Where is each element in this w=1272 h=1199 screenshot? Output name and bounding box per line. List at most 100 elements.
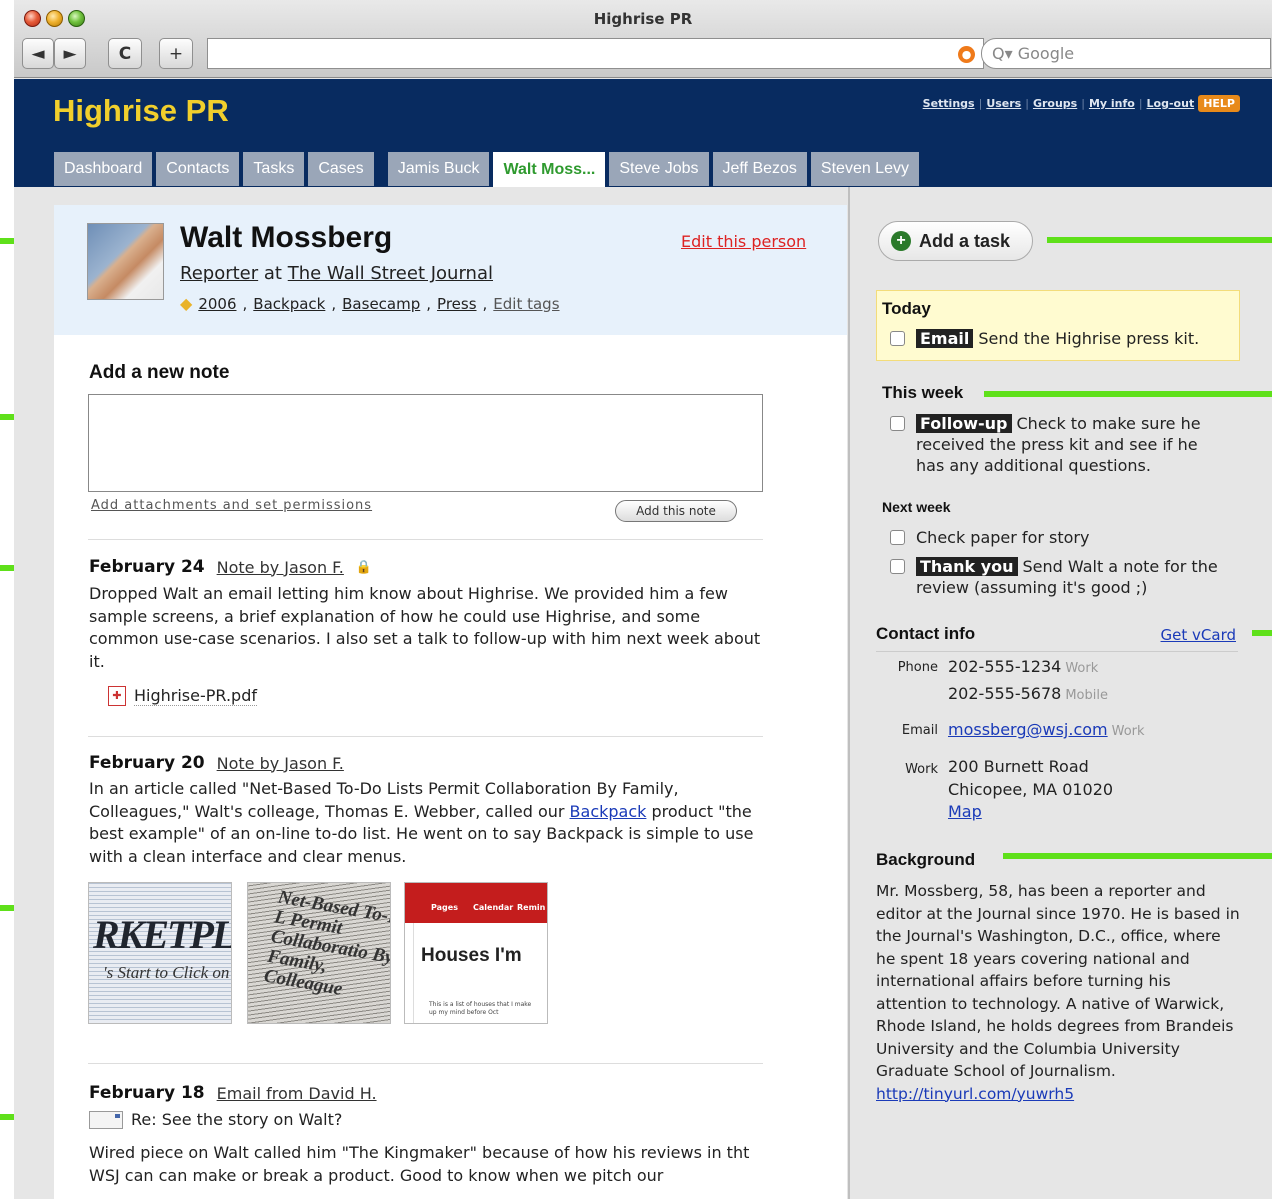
task-checkbox[interactable] bbox=[890, 331, 905, 346]
tag-press[interactable]: Press bbox=[437, 295, 476, 313]
get-vcard-link[interactable]: Get vCard bbox=[1161, 626, 1236, 644]
phone-mobile: 202-555-5678 Mobile bbox=[948, 684, 1108, 703]
rss-icon[interactable]: ● bbox=[958, 46, 975, 63]
thumbnail-image[interactable]: RKETPLACI 's Start to Click on Ca bbox=[88, 882, 232, 1024]
contact-info-heading: Contact info bbox=[876, 624, 976, 643]
note-textarea[interactable] bbox=[88, 394, 763, 492]
help-button[interactable]: HELP bbox=[1198, 95, 1240, 112]
entry-body: In an article called "Net-Based To-Do Li… bbox=[89, 779, 754, 866]
browser-window: Highrise PR ◄ ► C + ● Q▾ Google Highrise… bbox=[14, 0, 1272, 1199]
search-placeholder: Google bbox=[1017, 44, 1075, 63]
thumbnail-image[interactable]: Net-Based To-Do L Permit Collaboratio By… bbox=[247, 882, 391, 1024]
lock-icon: 🔒 bbox=[355, 559, 373, 575]
search-field[interactable]: Q▾ Google bbox=[981, 38, 1271, 69]
thumbnail-caption: This is a list of houses that I make up … bbox=[429, 1001, 532, 1016]
pdf-icon: ✚ bbox=[108, 686, 126, 706]
tab-cases[interactable]: Cases bbox=[308, 152, 374, 186]
tab-contacts[interactable]: Contacts bbox=[156, 152, 240, 186]
backpack-link[interactable]: Backpack bbox=[570, 802, 647, 821]
main-content: Walt Mossberg Reporter at The Wall Stree… bbox=[54, 205, 847, 1199]
groups-link[interactable]: Groups bbox=[1033, 97, 1077, 110]
tab-jamis-buck[interactable]: Jamis Buck bbox=[387, 152, 490, 186]
entry-header: February 18 Email from David H. bbox=[89, 1083, 377, 1103]
attachment[interactable]: ✚ Highrise-PR.pdf bbox=[108, 686, 257, 706]
tag-2006[interactable]: 2006 bbox=[198, 295, 236, 313]
divider bbox=[88, 736, 763, 737]
task-item: Thank you Send Walt a note for the review… bbox=[890, 556, 1220, 598]
email-label: Email bbox=[901, 723, 938, 738]
map-link[interactable]: Map bbox=[948, 802, 982, 821]
tab-walt-mossberg[interactable]: Walt Moss... bbox=[493, 152, 606, 187]
task-item: Email Send the Highrise press kit. bbox=[890, 328, 1220, 349]
attachment-name[interactable]: Highrise-PR.pdf bbox=[134, 686, 257, 706]
add-task-button[interactable]: + Add a task bbox=[878, 221, 1033, 261]
phone-label: Phone bbox=[897, 660, 938, 675]
tab-jeff-bezos[interactable]: Jeff Bezos bbox=[712, 152, 807, 186]
email-subject[interactable]: Re: See the story on Walt? bbox=[89, 1110, 342, 1129]
settings-link[interactable]: Settings bbox=[923, 97, 975, 110]
entry-author-link[interactable]: Note by Jason F. bbox=[217, 754, 344, 773]
add-bookmark-button[interactable]: + bbox=[159, 38, 193, 69]
tab-tasks[interactable]: Tasks bbox=[243, 152, 305, 186]
envelope-icon bbox=[89, 1110, 123, 1129]
back-button[interactable]: ◄ bbox=[22, 38, 54, 69]
background-text: Mr. Mossberg, 58, has been a reporter an… bbox=[876, 882, 1240, 1103]
next-week-heading: Next week bbox=[882, 499, 951, 515]
entry-header: February 24 Note by Jason F. 🔒 bbox=[89, 557, 372, 577]
plus-icon: + bbox=[891, 231, 911, 251]
callout-line-contact bbox=[1252, 630, 1272, 636]
reload-button[interactable]: C bbox=[108, 38, 142, 69]
attachments-link[interactable]: Add attachments and set permissions bbox=[91, 498, 372, 513]
address-label: Work bbox=[905, 762, 938, 777]
tab-steve-jobs[interactable]: Steve Jobs bbox=[609, 152, 709, 186]
my-info-link[interactable]: My info bbox=[1089, 97, 1135, 110]
callout-line-week bbox=[984, 391, 1272, 397]
logout-link[interactable]: Log-out bbox=[1147, 97, 1195, 110]
background-link[interactable]: http://tinyurl.com/yuwrh5 bbox=[876, 1085, 1074, 1103]
thumbnail-headline: RKETPLACI bbox=[93, 912, 232, 957]
company-link[interactable]: The Wall Street Journal bbox=[288, 263, 493, 284]
background-heading: Background bbox=[876, 850, 976, 869]
task-item: Follow-up Check to make sure he received … bbox=[890, 413, 1220, 476]
entry-body: Dropped Walt an email letting him know a… bbox=[89, 584, 761, 671]
person-header: Walt Mossberg Reporter at The Wall Stree… bbox=[54, 205, 847, 335]
edit-person-link[interactable]: Edit this person bbox=[681, 232, 806, 251]
tab-dashboard[interactable]: Dashboard bbox=[54, 152, 153, 186]
today-heading: Today bbox=[882, 299, 931, 318]
contact-info-header: Contact info Get vCard bbox=[876, 624, 1238, 652]
thumbnail-image[interactable]: Pages Calendar Remin Houses I'm This is … bbox=[404, 882, 548, 1024]
callout-line-background bbox=[1003, 853, 1272, 859]
thumbnail-headline: Houses I'm bbox=[421, 945, 522, 966]
main-tabs: Dashboard Contacts Tasks Cases Jamis Buc… bbox=[54, 152, 919, 187]
app-title[interactable]: Highrise PR bbox=[53, 93, 229, 129]
person-role: Reporter at The Wall Street Journal bbox=[180, 263, 493, 284]
title-bar: Highrise PR ◄ ► C + ● Q▾ Google bbox=[14, 0, 1272, 78]
this-week-heading: This week bbox=[882, 383, 964, 402]
forward-button[interactable]: ► bbox=[54, 38, 86, 69]
sidebar: + Add a task Today Email Send the Highris… bbox=[848, 187, 1272, 1199]
tag-basecamp[interactable]: Basecamp bbox=[342, 295, 420, 313]
add-note-button[interactable]: Add this note bbox=[615, 500, 737, 522]
window-title: Highrise PR bbox=[593, 10, 693, 28]
address-bar[interactable]: ● bbox=[207, 38, 984, 69]
task-item: Check paper for story bbox=[890, 527, 1220, 548]
role-link[interactable]: Reporter bbox=[180, 263, 258, 284]
task-checkbox[interactable] bbox=[890, 416, 905, 431]
task-category: Follow-up bbox=[916, 414, 1012, 433]
users-link[interactable]: Users bbox=[986, 97, 1021, 110]
task-checkbox[interactable] bbox=[890, 559, 905, 574]
tag-backpack[interactable]: Backpack bbox=[253, 295, 325, 313]
entry-author-link[interactable]: Note by Jason F. bbox=[217, 558, 344, 577]
divider bbox=[88, 1063, 763, 1064]
divider bbox=[88, 539, 763, 540]
tag-list: ◆ 2006, Backpack, Basecamp, Press, Edit … bbox=[180, 294, 560, 313]
task-checkbox[interactable] bbox=[890, 530, 905, 545]
search-icon: Q▾ bbox=[992, 44, 1013, 63]
phone-work: Phone 202-555-1234 Work bbox=[898, 657, 1099, 676]
edit-tags-link[interactable]: Edit tags bbox=[493, 295, 559, 313]
tab-steven-levy[interactable]: Steven Levy bbox=[810, 152, 919, 186]
email-link[interactable]: mossberg@wsj.com bbox=[948, 720, 1108, 739]
entry-author-link[interactable]: Email from David H. bbox=[217, 1084, 377, 1103]
email-row: Email mossberg@wsj.com Work bbox=[902, 720, 1145, 739]
thumbnail-navbar: Pages Calendar Remin bbox=[405, 883, 547, 923]
